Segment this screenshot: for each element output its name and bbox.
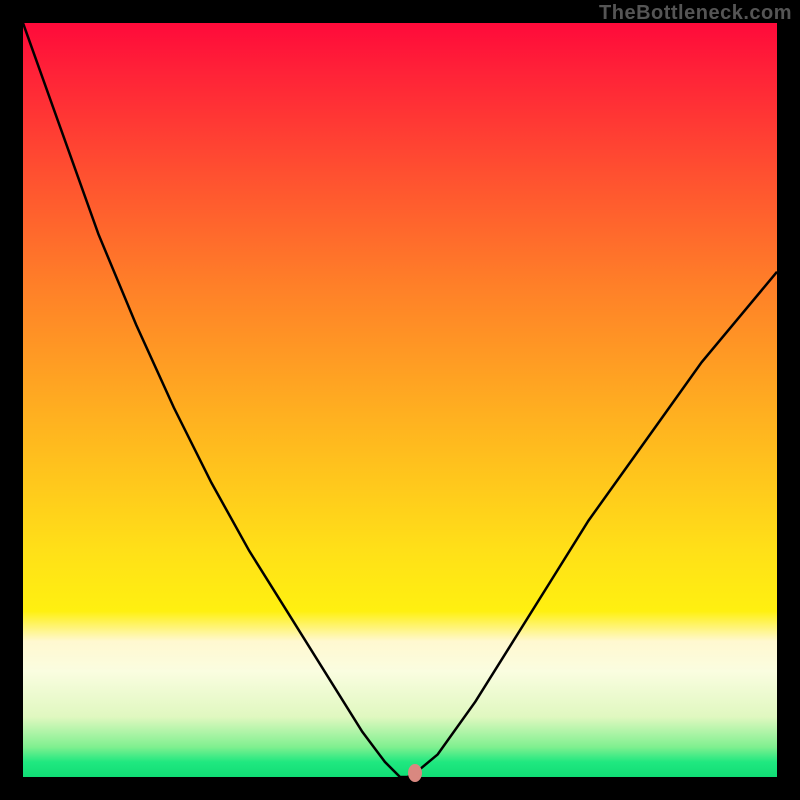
attribution-text: TheBottleneck.com — [599, 2, 792, 25]
optimal-point-marker — [408, 764, 422, 782]
chart-background — [23, 23, 777, 777]
